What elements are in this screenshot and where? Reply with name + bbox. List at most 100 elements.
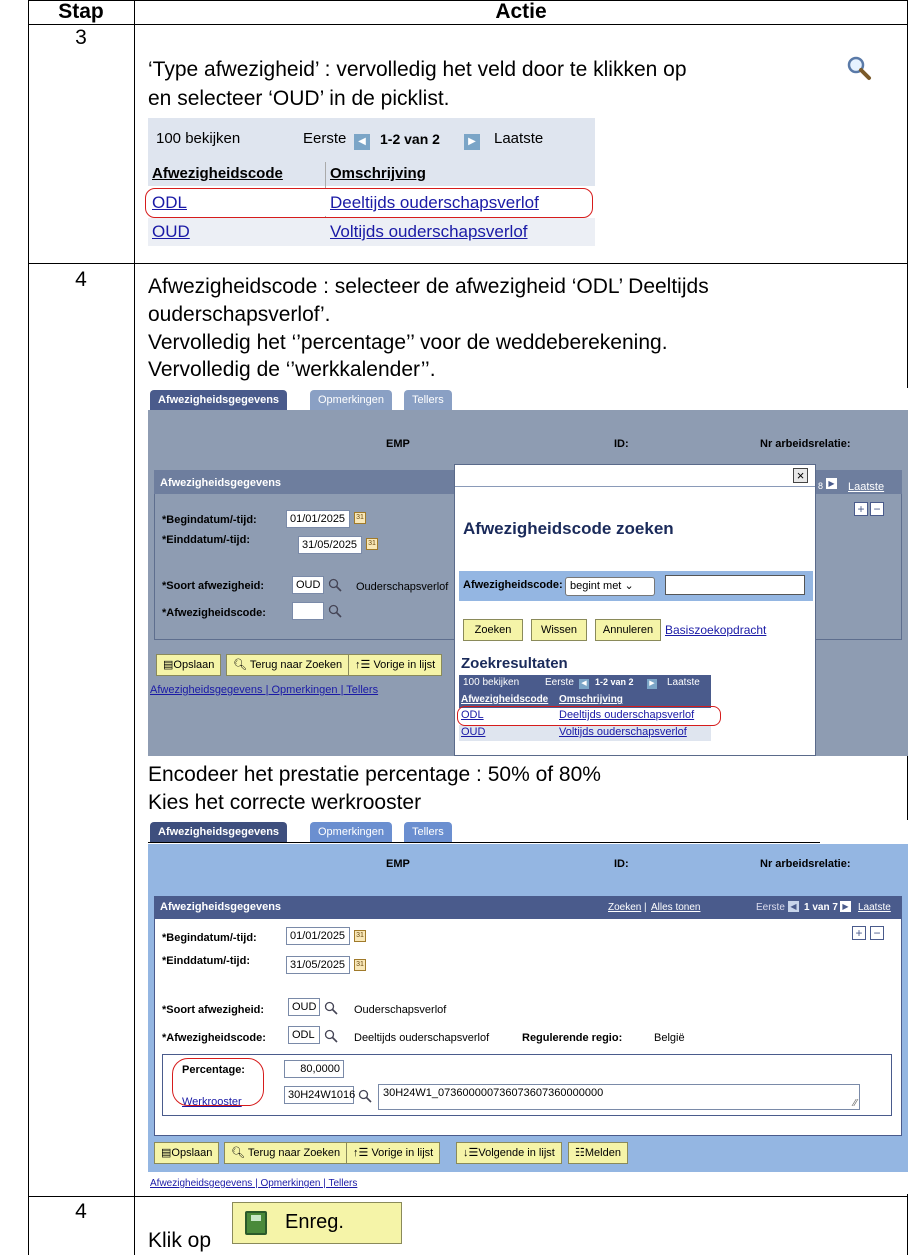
prev-arrow-icon[interactable]: ◀ <box>354 134 370 150</box>
instruction-text: Klik op <box>148 1229 212 1252</box>
last-link[interactable]: Laatste <box>848 481 884 493</box>
back-to-search-button[interactable]: 🔍︎ Terug naar Zoeken <box>226 654 350 676</box>
column-header[interactable]: Omschrijving <box>559 694 623 705</box>
previous-in-list-button[interactable]: ↑☰ Vorige in lijst <box>346 1142 441 1164</box>
view-all-link[interactable]: 100 bekijken <box>463 677 519 688</box>
prev-arrow-icon[interactable]: ◀ <box>788 901 799 912</box>
delete-row-button[interactable]: − <box>870 502 884 516</box>
last-link[interactable]: Laatste <box>858 902 891 913</box>
show-all-link[interactable]: Alles tonen <box>651 902 700 913</box>
column-header[interactable]: Afwezigheidscode <box>152 165 283 182</box>
code-link[interactable]: OUD <box>152 222 190 242</box>
save-button-image: Enreg. <box>232 1202 402 1244</box>
close-icon[interactable]: × <box>793 468 808 483</box>
table-row[interactable]: OUD Voltijds ouderschapsverlof <box>148 218 595 246</box>
description-link[interactable]: Voltijds ouderschapsverlof <box>330 222 528 242</box>
work-schedule-field[interactable]: 30H24W1016 <box>284 1086 355 1104</box>
begin-date-label: *Begindatum/-tijd: <box>162 514 257 526</box>
search-link[interactable]: Zoeken <box>608 902 641 913</box>
absence-type-field[interactable]: OUD <box>288 998 320 1016</box>
last-link[interactable]: Laatste <box>494 130 543 147</box>
emp-label: EMP <box>386 438 410 450</box>
nr-label: Nr arbeidsrelatie: <box>760 858 851 870</box>
search-button[interactable]: Zoeken <box>463 619 523 641</box>
tab-tellers[interactable]: Tellers <box>404 822 452 842</box>
row-divider <box>28 263 908 264</box>
tab-afwezigheidsgegevens[interactable]: Afwezigheidsgegevens <box>150 390 288 410</box>
footer-links[interactable]: Afwezigheidsgegevens | Opmerkingen | Tel… <box>150 1178 357 1189</box>
row-divider <box>28 24 908 25</box>
next-in-list-button[interactable]: ↓☰Volgende in lijst <box>456 1142 562 1164</box>
first-link[interactable]: Eerste <box>545 677 574 688</box>
basic-search-link[interactable]: Basiszoekopdracht <box>665 623 766 637</box>
next-arrow-icon[interactable]: ▶ <box>464 134 480 150</box>
column-header[interactable]: Omschrijving <box>330 165 426 182</box>
range-text: 1-2 van 2 <box>380 131 440 147</box>
delete-row-button[interactable]: − <box>870 926 884 940</box>
absence-type-desc: Ouderschapsverlof <box>356 581 449 593</box>
chevron-down-icon: ⌄ <box>624 580 634 592</box>
previous-in-list-button[interactable]: ↑☰ Vorige in lijst <box>348 654 443 676</box>
tab-opmerkingen[interactable]: Opmerkingen <box>310 822 393 842</box>
end-date-field[interactable]: 31/05/2025 <box>286 956 350 974</box>
prev-arrow-icon[interactable]: ◀ <box>579 679 589 689</box>
operator-select[interactable]: begint met ⌄ <box>565 577 655 596</box>
add-row-button[interactable]: + <box>852 926 866 940</box>
last-link[interactable]: Laatste <box>667 677 700 688</box>
add-row-button[interactable]: + <box>854 502 868 516</box>
begin-date-label: *Begindatum/-tijd: <box>162 932 257 944</box>
end-date-field[interactable]: 31/05/2025 <box>298 536 362 554</box>
calendar-icon[interactable]: 31 <box>354 959 366 971</box>
search-icon[interactable] <box>328 578 342 592</box>
cancel-button[interactable]: Annuleren <box>595 619 661 641</box>
search-icon[interactable] <box>324 1001 338 1015</box>
save-button[interactable]: ▤Opslaan <box>154 1142 220 1164</box>
search-icon[interactable] <box>328 604 342 618</box>
calendar-icon[interactable]: 31 <box>354 512 366 524</box>
picklist-screenshot: 100 bekijken Eerste ◀ 1-2 van 2 ▶ Laatst… <box>145 118 595 246</box>
footer-links[interactable]: Afwezigheidsgegevens | Opmerkingen | Tel… <box>150 684 378 696</box>
code-search-input[interactable] <box>665 575 805 595</box>
work-schedule-desc[interactable]: 30H24W1_073600000736073607360000000 ⁄⁄ <box>378 1084 860 1110</box>
table-row[interactable]: OUD Voltijds ouderschapsverlof <box>459 725 711 741</box>
percentage-field[interactable]: 80,0000 <box>284 1060 344 1078</box>
save-icon: ▤ <box>163 659 174 671</box>
code-link[interactable]: OUD <box>461 726 485 738</box>
begin-date-field[interactable]: 01/01/2025 <box>286 510 350 528</box>
begin-date-field[interactable]: 01/01/2025 <box>286 927 350 945</box>
first-link[interactable]: Eerste <box>303 130 346 147</box>
tab-opmerkingen[interactable]: Opmerkingen <box>310 390 393 410</box>
back-to-search-button[interactable]: 🔍︎ Terug naar Zoeken <box>224 1142 348 1164</box>
end-date-label: *Einddatum/-tijd: <box>162 955 250 967</box>
search-icon[interactable] <box>324 1029 338 1043</box>
results-title: Zoekresultaten <box>461 655 568 672</box>
first-link[interactable]: Eerste <box>756 902 785 913</box>
screenshot-search-popup: Afwezigheidsgegevens Opmerkingen Tellers… <box>148 388 908 756</box>
report-button[interactable]: ☷Melden <box>568 1142 628 1164</box>
resize-handle-icon[interactable]: ⁄⁄ <box>854 1098 857 1109</box>
search-icon <box>847 56 871 80</box>
tab-tellers[interactable]: Tellers <box>404 390 452 410</box>
search-icon[interactable] <box>358 1089 372 1103</box>
enreg-label: Enreg. <box>285 1211 344 1233</box>
view-all-link[interactable]: 100 bekijken <box>156 130 240 147</box>
next-arrow-icon[interactable]: ▶ <box>840 901 851 912</box>
absence-code-label: *Afwezigheidscode: <box>162 607 266 619</box>
tab-afwezigheidsgegevens[interactable]: Afwezigheidsgegevens <box>150 822 288 842</box>
search-icon: 🔍︎ <box>233 659 247 671</box>
column-header[interactable]: Afwezigheidscode <box>461 694 548 705</box>
link-sep: | <box>644 902 647 913</box>
description-link[interactable]: Voltijds ouderschapsverlof <box>559 726 687 738</box>
absence-type-field[interactable]: OUD <box>292 576 324 594</box>
absence-code-field[interactable] <box>292 602 324 620</box>
absence-code-field[interactable]: ODL <box>288 1026 320 1044</box>
next-arrow-icon[interactable]: ▶ <box>826 478 837 489</box>
save-button[interactable]: ▤Opslaan <box>156 654 222 676</box>
save-icon: ▤ <box>161 1147 172 1159</box>
calendar-icon[interactable]: 31 <box>354 930 366 942</box>
clear-button[interactable]: Wissen <box>531 619 587 641</box>
next-arrow-icon[interactable]: ▶ <box>647 679 657 689</box>
instruction-text: Vervolledig het ‘’percentage’’ voor de w… <box>148 331 668 354</box>
calendar-icon[interactable]: 31 <box>366 538 378 550</box>
code-search-label: Afwezigheidscode: <box>463 579 563 591</box>
